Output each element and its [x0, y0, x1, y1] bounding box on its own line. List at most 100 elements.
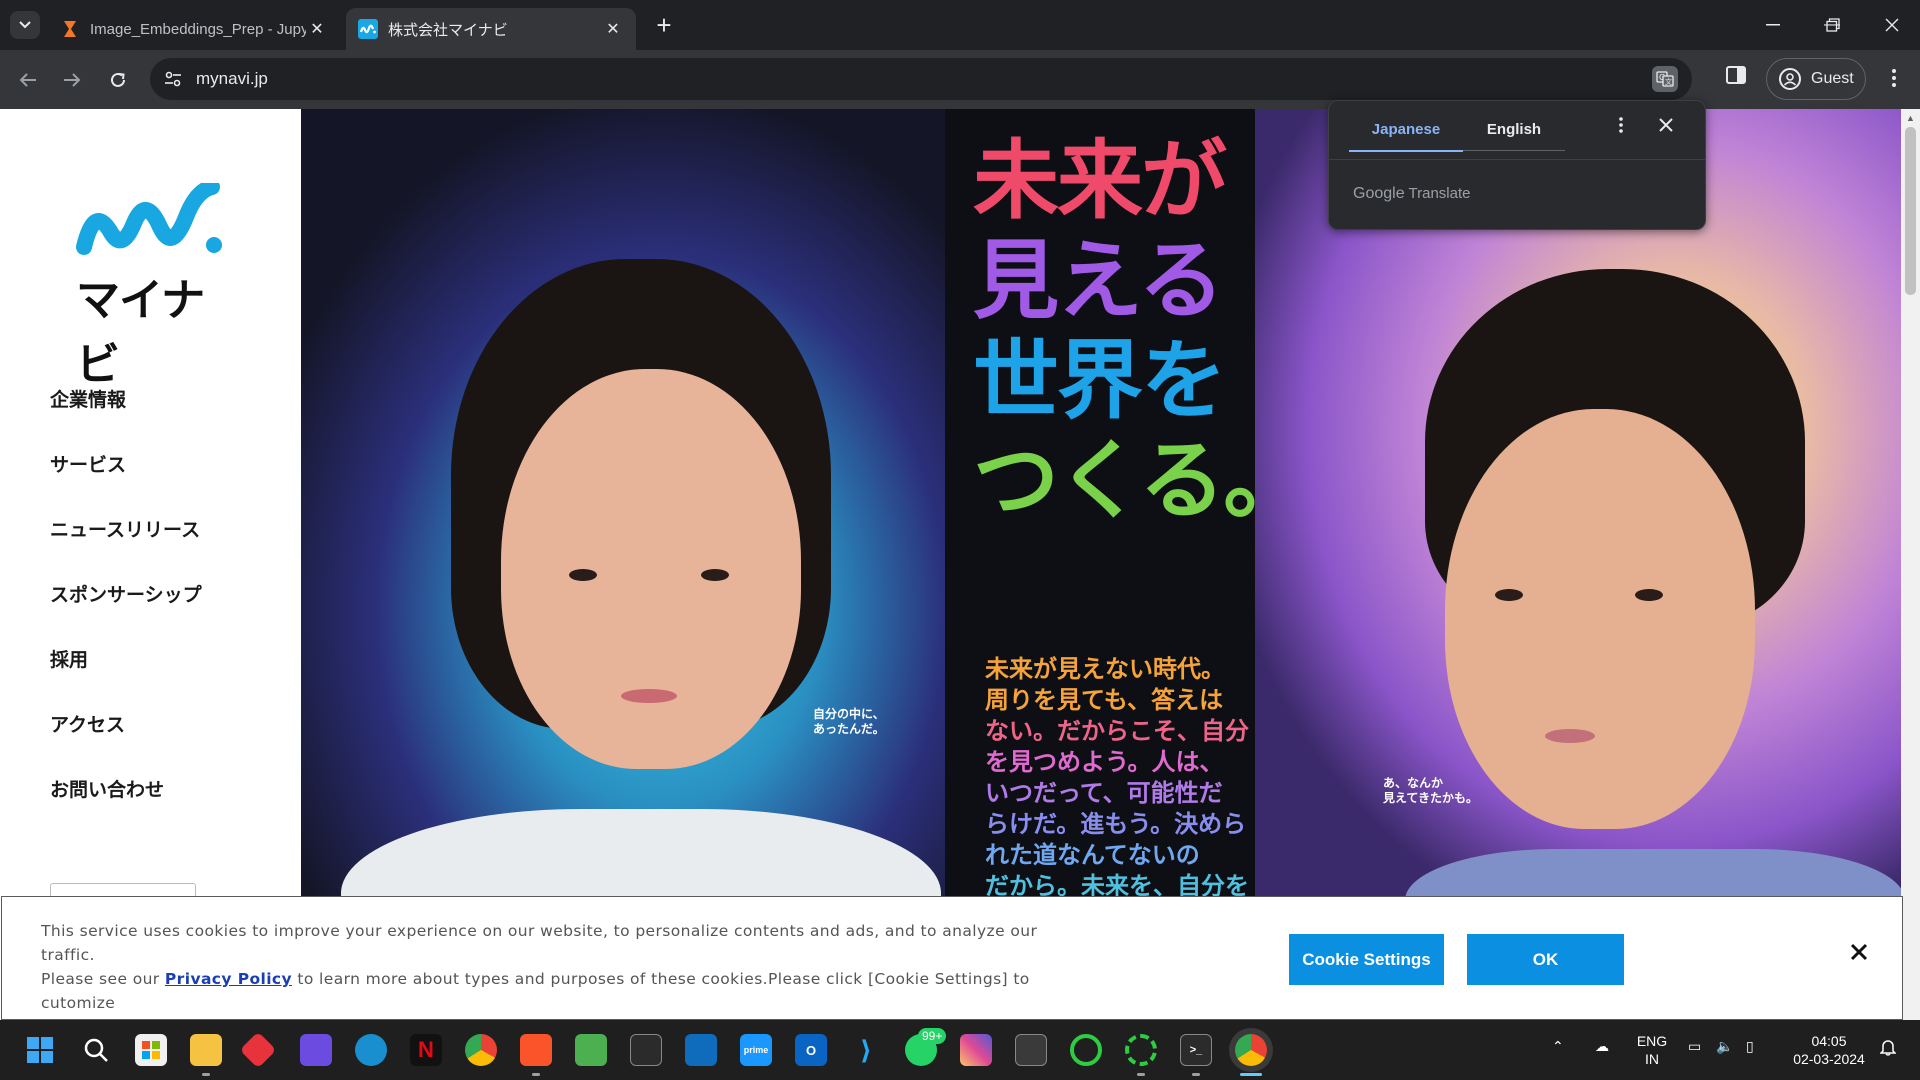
minimize-button[interactable]	[1753, 10, 1793, 40]
nav-item-sponsorship[interactable]: スポンサーシップ	[50, 580, 202, 607]
close-window-button[interactable]	[1872, 10, 1912, 40]
translate-icon[interactable]: G文	[1652, 66, 1678, 92]
side-panel-icon	[1726, 66, 1746, 84]
cookie-close-button[interactable]	[1846, 937, 1872, 967]
console-icon[interactable]: >_	[1180, 1034, 1212, 1066]
privacy-policy-link[interactable]: Privacy Policy	[165, 970, 292, 988]
nav-item-news[interactable]: ニュースリリース	[50, 515, 200, 542]
tab-jupyter[interactable]: Image_Embeddings_Prep - Jupy ✕	[48, 8, 340, 50]
notification-bell-icon[interactable]	[1879, 1038, 1897, 1059]
mynavi-icon	[358, 19, 378, 39]
start-button[interactable]	[24, 1034, 56, 1066]
back-button[interactable]	[13, 65, 43, 95]
speaker-muted-icon[interactable]: 🔈	[1716, 1038, 1733, 1055]
translate-tab-japanese[interactable]: Japanese	[1349, 121, 1463, 152]
close-tab-icon[interactable]: ✕	[306, 18, 328, 40]
side-panel-button[interactable]	[1726, 66, 1752, 92]
url-text: mynavi.jp	[196, 69, 268, 88]
taskbar-search-button[interactable]	[80, 1034, 112, 1066]
vscode-icon[interactable]: ⟩	[850, 1034, 882, 1066]
clock[interactable]: 04:05 02-03-2024	[1784, 1032, 1874, 1068]
brave-icon[interactable]	[520, 1034, 552, 1066]
search-icon	[84, 1038, 108, 1062]
reload-button[interactable]	[103, 65, 133, 95]
caption-right-line-1: あ、なんか	[1383, 776, 1444, 790]
cookie-line-2: Please see our Privacy Policy to learn m…	[41, 967, 1041, 1015]
chevron-up-icon[interactable]: ⌃	[1552, 1038, 1564, 1055]
new-tab-button[interactable]: +	[650, 12, 678, 40]
hero-visual: 自分の中に、 あったんだ。 未来が 見える 世界を つくる。 未来が見えない時代…	[301, 109, 1901, 1020]
file-explorer-icon[interactable]	[190, 1034, 222, 1066]
page-scrollbar[interactable]: ▲ ▼	[1901, 109, 1920, 1020]
tab-mynavi[interactable]: 株式会社マイナビ ✕	[346, 8, 636, 50]
edge-icon[interactable]	[355, 1034, 387, 1066]
translate-close-button[interactable]	[1659, 115, 1673, 138]
green-ring-icon[interactable]	[1070, 1034, 1102, 1066]
body-line: を見つめよう。人は、	[985, 748, 1224, 776]
body-line: いつだって、可能性だ	[985, 779, 1223, 807]
restore-button[interactable]	[1813, 10, 1853, 40]
onedrive-icon[interactable]: ☁	[1590, 1038, 1614, 1055]
clock-date: 02-03-2024	[1793, 1051, 1865, 1067]
nav-item-recruit[interactable]: 採用	[50, 645, 88, 672]
tab-title: 株式会社マイナビ	[388, 21, 508, 39]
profile-button[interactable]: Guest	[1766, 58, 1866, 100]
nav-item-access[interactable]: アクセス	[50, 710, 125, 737]
cookie-ok-button[interactable]: OK	[1467, 934, 1624, 985]
site-settings-icon[interactable]	[162, 68, 184, 90]
scrollbar-thumb[interactable]	[1905, 127, 1916, 295]
google-brand: Google	[1353, 185, 1405, 202]
hero-person-left: 自分の中に、 あったんだ。	[301, 109, 945, 1020]
windows-app-icon[interactable]	[685, 1034, 717, 1066]
active-indicator	[1240, 1073, 1262, 1076]
copilot-icon[interactable]	[300, 1034, 332, 1066]
reload-icon	[111, 72, 125, 87]
translate-brand: Translate	[1408, 185, 1471, 202]
outlook-icon[interactable]: O	[795, 1034, 827, 1066]
app-window-icon[interactable]	[1015, 1034, 1047, 1066]
svg-text:文: 文	[1665, 77, 1672, 86]
nav-item-services[interactable]: サービス	[50, 450, 126, 477]
netflix-icon[interactable]: N	[410, 1034, 442, 1066]
ms-store-icon[interactable]	[135, 1034, 167, 1066]
translate-tab-english[interactable]: English	[1463, 121, 1565, 151]
running-indicator	[1137, 1073, 1145, 1076]
terminal-icon[interactable]	[630, 1034, 662, 1066]
instagram-icon[interactable]	[960, 1034, 992, 1066]
caption-left-line-1: 自分の中に、	[813, 707, 885, 721]
cookie-banner: This service uses cookies to improve you…	[1, 896, 1903, 1036]
caption-right: あ、なんか 見えてきたかも。	[1383, 776, 1478, 806]
restore-icon	[1826, 18, 1840, 32]
translate-options-button[interactable]	[1619, 117, 1623, 138]
prime-video-icon[interactable]: prime	[740, 1034, 772, 1066]
nav-item-contact[interactable]: お問い合わせ	[50, 775, 164, 802]
running-indicator	[532, 1073, 540, 1076]
mynavi-logo[interactable]: マイナビ	[76, 179, 226, 390]
scroll-up-icon[interactable]: ▲	[1906, 113, 1915, 123]
browser-menu-button[interactable]	[1880, 65, 1908, 95]
caption-left: 自分の中に、 あったんだ。	[813, 707, 885, 737]
language-indicator[interactable]: ENG IN	[1632, 1032, 1672, 1068]
network-icon[interactable]: ▭	[1688, 1038, 1701, 1055]
arrow-right-icon	[64, 73, 81, 87]
caption-right-line-2: 見えてきたかも。	[1383, 791, 1479, 805]
chrome-active-icon[interactable]	[1235, 1034, 1267, 1066]
cookie-line-2-pre: Please see our	[41, 970, 165, 988]
tab-search-button[interactable]	[10, 11, 40, 39]
address-bar[interactable]: mynavi.jp G文	[150, 58, 1692, 100]
green-ring-2-icon[interactable]	[1125, 1034, 1157, 1066]
app-red-icon[interactable]	[239, 1031, 277, 1069]
body-line: 未来が見えない時代。	[985, 655, 1225, 683]
screen: Image_Embeddings_Prep - Jupy ✕ 株式会社マイナビ …	[0, 0, 1920, 1080]
chevron-down-icon	[19, 21, 31, 29]
person-icon	[1779, 68, 1801, 90]
image-app-icon[interactable]	[575, 1034, 607, 1066]
mynavi-logo-mark	[76, 179, 222, 255]
running-indicator	[202, 1073, 210, 1076]
nav-item-company[interactable]: 企業情報	[50, 385, 126, 412]
close-tab-icon[interactable]: ✕	[602, 18, 624, 40]
battery-icon[interactable]: ▯	[1746, 1038, 1754, 1055]
forward-button[interactable]	[57, 65, 87, 95]
cookie-settings-button[interactable]: Cookie Settings	[1289, 934, 1444, 985]
chrome-icon[interactable]	[465, 1034, 497, 1066]
